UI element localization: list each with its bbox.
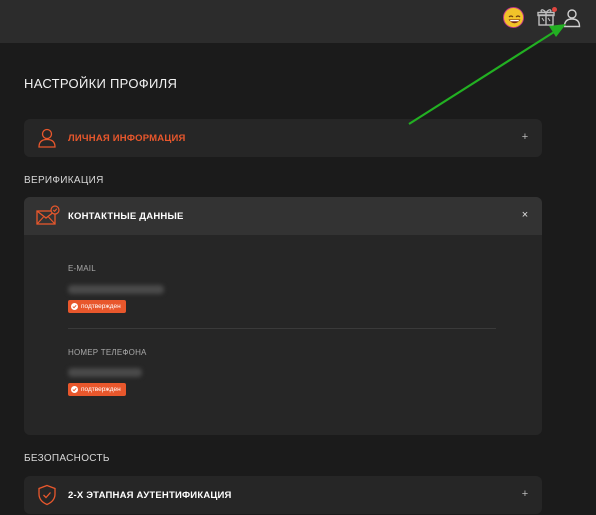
close-icon[interactable]: × xyxy=(520,209,530,221)
phone-status-text: подтвержден xyxy=(81,386,121,393)
check-circle-icon xyxy=(71,303,78,310)
two-factor-card[interactable]: 2-Х ЭТАПНАЯ АУТЕНТИФИКАЦИЯ + xyxy=(24,476,542,514)
check-circle-icon xyxy=(71,386,78,393)
user-outline-icon xyxy=(36,127,58,149)
expand-icon[interactable]: + xyxy=(520,488,530,500)
contact-data-title: КОНТАКТНЫЕ ДАННЫЕ xyxy=(68,210,184,222)
phone-value xyxy=(68,368,142,377)
contact-data-card: КОНТАКТНЫЕ ДАННЫЕ × E-MAIL подтвержден Н… xyxy=(24,197,542,435)
email-label: E-MAIL xyxy=(68,264,96,273)
divider xyxy=(68,328,496,329)
security-section-label: БЕЗОПАСНОСТЬ xyxy=(24,453,110,464)
email-value xyxy=(68,285,164,294)
page-title: НАСТРОЙКИ ПРОФИЛЯ xyxy=(24,76,178,91)
verification-section-label: ВЕРИФИКАЦИЯ xyxy=(24,175,104,186)
contact-data-header[interactable]: КОНТАКТНЫЕ ДАННЫЕ × xyxy=(24,197,542,235)
expand-icon[interactable]: + xyxy=(520,131,530,143)
phone-label: НОМЕР ТЕЛЕФОНА xyxy=(68,348,147,357)
mail-icon xyxy=(36,205,60,227)
user-profile-icon[interactable] xyxy=(563,8,581,28)
two-factor-title: 2-Х ЭТАПНАЯ АУТЕНТИФИКАЦИЯ xyxy=(68,489,232,501)
gift-box-icon[interactable] xyxy=(536,7,557,27)
personal-info-card[interactable]: ЛИЧНАЯ ИНФОРМАЦИЯ + xyxy=(24,119,542,157)
notification-dot xyxy=(552,7,557,12)
email-status-badge: подтвержден xyxy=(68,300,126,313)
personal-info-title: ЛИЧНАЯ ИНФОРМАЦИЯ xyxy=(68,132,186,144)
email-status-text: подтвержден xyxy=(81,303,121,310)
grinning-face-emoji-icon[interactable] xyxy=(503,7,524,28)
shield-check-icon xyxy=(36,484,58,506)
top-bar xyxy=(0,0,596,43)
phone-status-badge: подтвержден xyxy=(68,383,126,396)
